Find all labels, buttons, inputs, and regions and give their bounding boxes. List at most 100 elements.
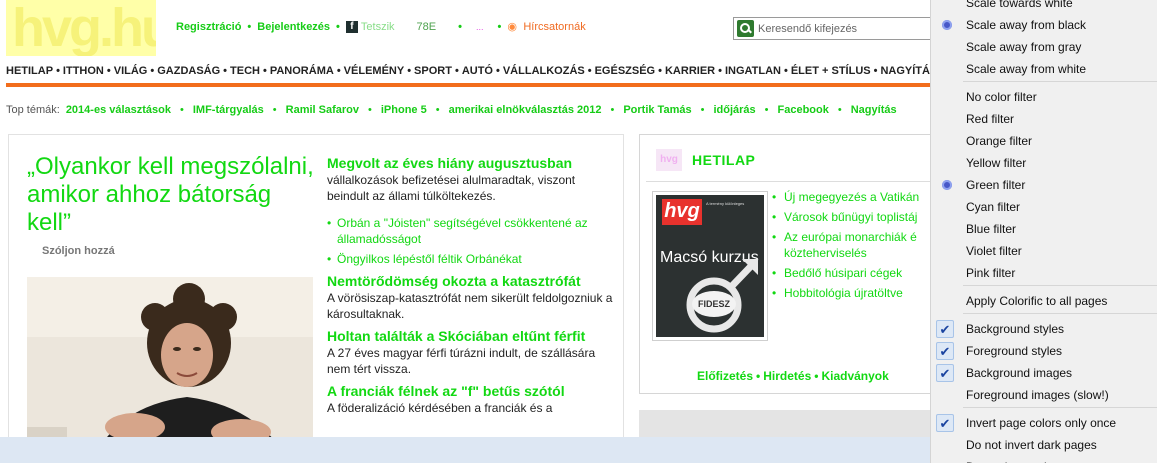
menu-item[interactable]: Do not invert dark pages — [931, 434, 1157, 456]
menu-item-label: Foreground images (slow!) — [966, 388, 1109, 402]
news-text: A vörösiszap-katasztrófát nem sikerült f… — [327, 291, 613, 321]
menu-item-label: Green filter — [966, 178, 1026, 192]
menu-item[interactable]: Red filter — [931, 108, 1157, 130]
related-links: Orbán a "Jóisten" segítségével csökkente… — [327, 215, 617, 267]
hetilap-article-link[interactable]: Bedőlő húsipari cégek — [772, 265, 930, 281]
topic-link[interactable]: 2014-es választások — [66, 104, 171, 116]
menu-item[interactable]: Pink filter — [931, 262, 1157, 284]
news-title[interactable]: Nemtörődömség okozta a katasztrófát — [327, 273, 617, 290]
news-text: vállalkozások befizetései alulmaradtak, … — [327, 173, 576, 203]
publications-link[interactable]: Kiadványok — [821, 369, 888, 383]
checkmark-icon: ✔ — [936, 342, 954, 360]
topic-separator: • — [435, 104, 440, 116]
menu-item-label: Yellow filter — [966, 156, 1027, 170]
nav-item[interactable]: VÉLEMÉNY — [344, 65, 405, 77]
checkmark-icon: ✔ — [936, 320, 954, 338]
nav-item[interactable]: ITTHON — [63, 65, 104, 77]
nav-item[interactable]: VÁLLALKOZÁS — [503, 65, 585, 77]
hetilap-article-link[interactable]: Az európai monarchiák é közteherviselés — [772, 229, 930, 261]
topic-link[interactable]: iPhone 5 — [381, 104, 427, 116]
menu-item[interactable]: ✔ Background images — [931, 362, 1157, 384]
topic-separator: • — [610, 104, 615, 116]
menu-item[interactable]: Scale away from gray — [931, 36, 1157, 58]
nav-item[interactable]: KARRIER — [665, 65, 715, 77]
feature-quote[interactable]: „Olyankor kell megszólalni, amikor ahhoz… — [27, 153, 317, 237]
news-title[interactable]: Holtan találták a Skóciában eltűnt férfi… — [327, 328, 617, 345]
topic-link[interactable]: amerikai elnökválasztás 2012 — [449, 104, 602, 116]
menu-item[interactable]: Cyan filter — [931, 196, 1157, 218]
menu-item[interactable]: No color filter — [931, 86, 1157, 108]
nav-item[interactable]: EGÉSZSÉG — [595, 65, 656, 77]
rss-icon[interactable]: ◉ — [507, 21, 520, 33]
search-icon[interactable] — [737, 20, 754, 37]
topic-link[interactable]: IMF-tárgyalás — [193, 104, 264, 116]
nav-item[interactable]: PANORÁMA — [270, 65, 334, 77]
nav-item[interactable]: AUTÓ — [462, 65, 493, 77]
menu-item[interactable]: Foreground images (slow!) — [931, 384, 1157, 406]
facebook-like-button[interactable]: Tetszik — [361, 21, 395, 33]
nav-item[interactable]: INGATLAN — [725, 65, 781, 77]
nav-separator: • — [336, 65, 341, 77]
menu-item[interactable]: Scale towards white — [931, 0, 1157, 14]
hetilap-article-link[interactable]: Városok bűnügyi toplistáj — [772, 209, 930, 225]
menu-item[interactable]: Green filter — [931, 174, 1157, 196]
menu-item[interactable]: ✔ Foreground styles — [931, 340, 1157, 362]
topic-link[interactable]: Ramil Safarov — [286, 104, 359, 116]
advertising-link[interactable]: Hirdetés — [763, 369, 811, 383]
nav-separator: • — [454, 65, 459, 77]
comment-link[interactable]: Szóljon hozzá — [42, 245, 115, 257]
related-link[interactable]: Orbán a "Jóisten" segítségével csökkente… — [327, 215, 617, 247]
topic-link[interactable]: Portik Tamás — [623, 104, 691, 116]
menu-item[interactable]: ✔ Invert page colors only once — [931, 412, 1157, 434]
topic-link[interactable]: időjárás — [713, 104, 755, 116]
menu-item[interactable]: Apply Colorific to all pages — [931, 290, 1157, 312]
related-link[interactable]: Öngyilkos lépéstől féltik Orbánékat — [327, 251, 617, 267]
site-logo[interactable]: hvg.hu — [6, 0, 156, 56]
topic-link[interactable]: Facebook — [778, 104, 829, 116]
magazine-cover[interactable]: hvg A termény különleges Macsó kurzus FI… — [652, 191, 768, 341]
topic-separator: • — [837, 104, 842, 116]
menu-item-label: Foreground styles — [966, 344, 1063, 358]
radio-selected-icon — [942, 180, 952, 190]
nav-item[interactable]: VILÁG — [114, 65, 148, 77]
main-navigation: HETILAP • ITTHON • VILÁG • GAZDASÁG • TECH • PANOR… — [6, 65, 930, 77]
menu-item[interactable]: Violet filter — [931, 240, 1157, 262]
nav-item[interactable]: ÉLET + STÍLUS — [791, 65, 871, 77]
menu-item[interactable]: Do not invert pictures — [931, 456, 1157, 463]
hetilap-header: hvg HETILAP — [656, 149, 755, 171]
facebook-icon[interactable]: f — [345, 21, 358, 33]
top-topics: Top témák: 2014-es választások • IMF-tárgy… — [6, 104, 897, 116]
nav-item[interactable]: TECH — [230, 65, 260, 77]
hetilap-footer: Előfizetés • Hirdetés • Kiadványok — [697, 369, 889, 383]
topic-link[interactable]: Nagyítás — [851, 104, 897, 116]
search-box — [733, 17, 930, 40]
register-link[interactable]: Regisztráció — [176, 21, 241, 33]
menu-item[interactable]: Orange filter — [931, 130, 1157, 152]
rss-link[interactable]: Hírcsatornák — [523, 21, 585, 33]
menu-item[interactable]: Scale away from black — [931, 14, 1157, 36]
news-title[interactable]: A franciák félnek az "f" betűs szótól — [327, 383, 617, 400]
hetilap-article-link[interactable]: Új megegyezés a Vatikán — [772, 189, 930, 205]
nav-item[interactable]: HETILAP — [6, 65, 53, 77]
menu-separator — [963, 407, 1157, 408]
hetilap-title[interactable]: HETILAP — [692, 152, 755, 168]
nav-item[interactable]: GAZDASÁG — [157, 65, 220, 77]
nav-item[interactable]: SPORT — [414, 65, 452, 77]
nav-item[interactable]: NAGYÍTÁS — [880, 65, 930, 77]
separator: • — [458, 21, 462, 33]
divider — [646, 181, 930, 182]
menu-item[interactable]: Yellow filter — [931, 152, 1157, 174]
nav-underline — [6, 83, 930, 87]
menu-item[interactable]: Scale away from white — [931, 58, 1157, 80]
gplus-button[interactable]: ... — [476, 22, 484, 32]
login-link[interactable]: Bejelentkezés — [257, 21, 330, 33]
nav-separator: • — [658, 65, 662, 77]
subscription-link[interactable]: Előfizetés — [697, 369, 753, 383]
menu-item[interactable]: Blue filter — [931, 218, 1157, 240]
menu-item-label: Background images — [966, 366, 1073, 380]
news-title[interactable]: Megvolt az éves hiány augusztusban — [327, 155, 617, 172]
feature-photo[interactable] — [27, 277, 313, 463]
search-input[interactable] — [758, 22, 928, 35]
menu-item[interactable]: ✔ Background styles — [931, 318, 1157, 340]
hetilap-article-link[interactable]: Hobbitológia újratöltve — [772, 285, 930, 301]
